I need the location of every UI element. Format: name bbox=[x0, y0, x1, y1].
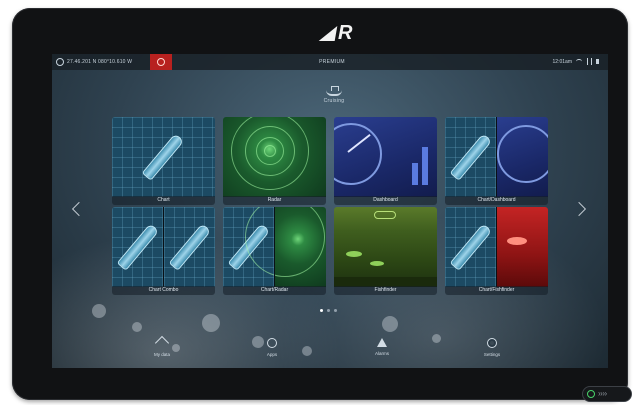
nav-my-data[interactable]: My data bbox=[132, 335, 192, 357]
wifi-icon[interactable] bbox=[576, 59, 582, 64]
chart-dashboard-icon bbox=[445, 117, 548, 197]
nav-label: Alarms bbox=[374, 351, 389, 356]
tile-label: Chart/Radar bbox=[223, 286, 326, 295]
page-dot[interactable] bbox=[327, 309, 330, 312]
share-icon bbox=[154, 335, 170, 351]
chart-fishfinder-icon bbox=[445, 207, 548, 287]
tile-label: Chart/Fishfinder bbox=[445, 286, 548, 295]
chart-radar-icon bbox=[223, 207, 326, 287]
gps-icon bbox=[56, 58, 64, 66]
nav-label: My data bbox=[153, 352, 170, 357]
man-overboard-icon bbox=[157, 58, 165, 66]
tile-dashboard[interactable]: Dashboard bbox=[334, 117, 437, 205]
tile-chart-fishfinder[interactable]: Chart/Fishfinder bbox=[445, 207, 548, 295]
tile-label: Chart/Dashboard bbox=[445, 196, 548, 205]
tile-chart-combo[interactable]: Chart Combo bbox=[112, 207, 215, 295]
tile-fishfinder[interactable]: Fishfinder bbox=[334, 207, 437, 295]
tile-radar[interactable]: Radar bbox=[223, 117, 326, 205]
tile-label: Chart bbox=[112, 196, 215, 205]
status-title: PREMIUM bbox=[319, 59, 345, 65]
page-dot[interactable] bbox=[334, 309, 337, 312]
next-page-arrow-icon[interactable] bbox=[571, 201, 587, 217]
power-icon bbox=[587, 390, 595, 398]
tile-label: Fishfinder bbox=[334, 286, 437, 295]
nav-alarms[interactable]: Alarms bbox=[352, 338, 412, 356]
fishfinder-icon bbox=[334, 207, 437, 287]
gps-position: 27.46.201 N 080°10.610 W bbox=[67, 59, 133, 65]
gear-icon bbox=[487, 338, 497, 348]
logo-mark-icon bbox=[318, 25, 338, 41]
mob-button[interactable] bbox=[150, 54, 172, 70]
dashboard-icon bbox=[334, 117, 437, 197]
app-tiles-grid: Chart Radar Dashboard Chart/Dashboard Ch… bbox=[112, 117, 548, 295]
bottom-navigation: My data Apps Alarms Settings bbox=[52, 330, 608, 368]
home-screen: 27.46.201 N 080°10.610 W PREMIUM 12:01am… bbox=[52, 54, 608, 368]
tile-label: Chart Combo bbox=[112, 286, 215, 295]
clock: 12:01am bbox=[552, 59, 572, 65]
radar-icon bbox=[223, 117, 326, 197]
nav-label: Apps bbox=[266, 352, 278, 357]
nav-settings[interactable]: Settings bbox=[462, 338, 522, 357]
volume-icon[interactable] bbox=[596, 59, 603, 64]
chevrons-icon: ›››› bbox=[598, 389, 607, 398]
nav-apps[interactable]: Apps bbox=[242, 338, 302, 357]
alarm-icon bbox=[377, 338, 387, 347]
page-dot[interactable] bbox=[320, 309, 323, 312]
raymarine-logo: R bbox=[318, 20, 370, 46]
boating-mode-label: Cruising bbox=[323, 98, 345, 104]
tile-chart-radar[interactable]: Chart/Radar bbox=[223, 207, 326, 295]
tile-label: Dashboard bbox=[334, 196, 437, 205]
boat-icon bbox=[326, 86, 342, 96]
chart-icon bbox=[112, 117, 215, 197]
power-button[interactable]: ›››› bbox=[582, 386, 632, 402]
status-bar: 27.46.201 N 080°10.610 W PREMIUM 12:01am bbox=[52, 54, 608, 70]
nav-label: Settings bbox=[483, 352, 501, 357]
page-indicator bbox=[320, 309, 337, 312]
previous-page-arrow-icon[interactable] bbox=[71, 201, 87, 217]
antenna-icon[interactable] bbox=[587, 58, 592, 65]
chart-combo-icon bbox=[112, 207, 215, 287]
logo-text: R bbox=[338, 22, 352, 44]
apps-icon bbox=[267, 338, 277, 348]
tile-label: Radar bbox=[223, 196, 326, 205]
tile-chart-dashboard[interactable]: Chart/Dashboard bbox=[445, 117, 548, 205]
boating-mode[interactable]: Cruising bbox=[304, 86, 364, 104]
tile-chart[interactable]: Chart bbox=[112, 117, 215, 205]
